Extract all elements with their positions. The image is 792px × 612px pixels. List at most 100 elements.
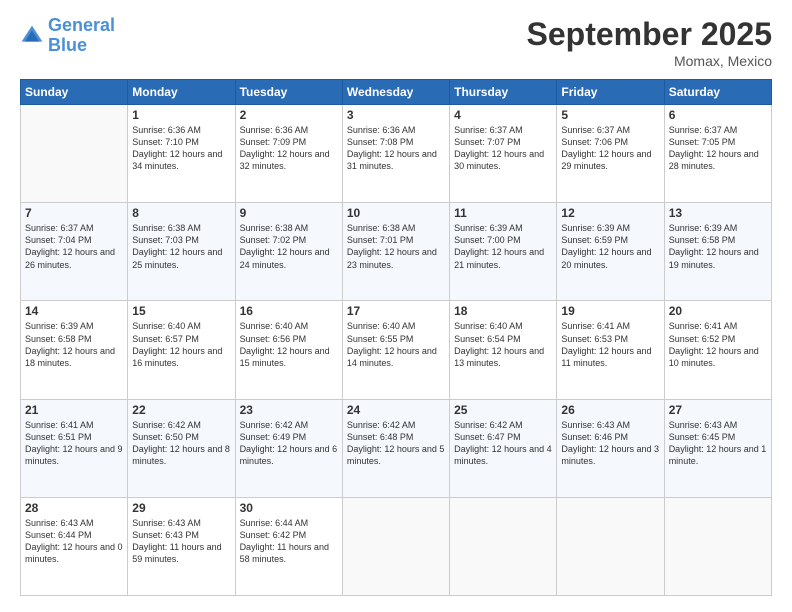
- cell-sun-info: Sunrise: 6:44 AMSunset: 6:42 PMDaylight:…: [240, 517, 338, 566]
- logo: General Blue: [20, 16, 115, 56]
- calendar-cell: [450, 497, 557, 595]
- calendar-cell: 6Sunrise: 6:37 AMSunset: 7:05 PMDaylight…: [664, 105, 771, 203]
- calendar-cell: 22 Sunrise: 6:42 AMSunset: 6:50 PMDayligh…: [128, 399, 235, 497]
- page: General Blue September 2025 Momax, Mexic…: [0, 0, 792, 612]
- day-number: 16: [240, 304, 338, 318]
- day-number: 1: [132, 108, 230, 122]
- cell-sun-info: Sunrise: 6:43 AMSunset: 6:43 PMDaylight:…: [132, 517, 230, 566]
- day-number: 25: [454, 403, 552, 417]
- calendar-cell: [664, 497, 771, 595]
- calendar-cell: 28 Sunrise: 6:43 AMSunset: 6:44 PMDayligh…: [21, 497, 128, 595]
- location: Momax, Mexico: [527, 53, 772, 69]
- calendar-cell: 27 Sunrise: 6:43 AMSunset: 6:45 PMDayligh…: [664, 399, 771, 497]
- weekday-header-saturday: Saturday: [664, 80, 771, 105]
- calendar-cell: 11 Sunrise: 6:39 AMSunset: 7:00 PMDayligh…: [450, 203, 557, 301]
- calendar-cell: 19 Sunrise: 6:41 AMSunset: 6:53 PMDayligh…: [557, 301, 664, 399]
- cell-sun-info: Sunrise: 6:40 AMSunset: 6:56 PMDaylight:…: [240, 320, 338, 369]
- month-title: September 2025: [527, 16, 772, 53]
- weekday-header-monday: Monday: [128, 80, 235, 105]
- day-number: 8: [132, 206, 230, 220]
- cell-sun-info: Sunrise: 6:43 AMSunset: 6:44 PMDaylight:…: [25, 517, 123, 566]
- day-number: 2: [240, 108, 338, 122]
- weekday-header-sunday: Sunday: [21, 80, 128, 105]
- calendar-cell: 30 Sunrise: 6:44 AMSunset: 6:42 PMDayligh…: [235, 497, 342, 595]
- weekday-header-wednesday: Wednesday: [342, 80, 449, 105]
- logo-icon: [20, 24, 44, 48]
- calendar-cell: 24 Sunrise: 6:42 AMSunset: 6:48 PMDayligh…: [342, 399, 449, 497]
- weekday-header-tuesday: Tuesday: [235, 80, 342, 105]
- calendar-cell: 14 Sunrise: 6:39 AMSunset: 6:58 PMDayligh…: [21, 301, 128, 399]
- calendar-cell: 2 Sunrise: 6:36 AMSunset: 7:09 PMDaylight…: [235, 105, 342, 203]
- day-number: 12: [561, 206, 659, 220]
- cell-sun-info: Sunrise: 6:39 AMSunset: 7:00 PMDaylight:…: [454, 222, 552, 271]
- day-number: 24: [347, 403, 445, 417]
- cell-sun-info: Sunrise: 6:38 AMSunset: 7:02 PMDaylight:…: [240, 222, 338, 271]
- calendar-week-row: 7Sunrise: 6:37 AMSunset: 7:04 PMDaylight…: [21, 203, 772, 301]
- calendar-cell: 16 Sunrise: 6:40 AMSunset: 6:56 PMDayligh…: [235, 301, 342, 399]
- title-block: September 2025 Momax, Mexico: [527, 16, 772, 69]
- day-number: 26: [561, 403, 659, 417]
- day-number: 11: [454, 206, 552, 220]
- cell-sun-info: Sunrise: 6:36 AMSunset: 7:10 PMDaylight:…: [132, 124, 230, 173]
- day-number: 7: [25, 206, 123, 220]
- calendar-cell: 10Sunrise: 6:38 AMSunset: 7:01 PMDayligh…: [342, 203, 449, 301]
- calendar-cell: 13 Sunrise: 6:39 AMSunset: 6:58 PMDayligh…: [664, 203, 771, 301]
- day-number: 28: [25, 501, 123, 515]
- day-number: 5: [561, 108, 659, 122]
- calendar-week-row: 21 Sunrise: 6:41 AMSunset: 6:51 PMDayligh…: [21, 399, 772, 497]
- calendar-cell: 9Sunrise: 6:38 AMSunset: 7:02 PMDaylight…: [235, 203, 342, 301]
- day-number: 18: [454, 304, 552, 318]
- day-number: 10: [347, 206, 445, 220]
- day-number: 30: [240, 501, 338, 515]
- cell-sun-info: Sunrise: 6:36 AMSunset: 7:08 PMDaylight:…: [347, 124, 445, 173]
- cell-sun-info: Sunrise: 6:39 AMSunset: 6:59 PMDaylight:…: [561, 222, 659, 271]
- calendar-week-row: 14 Sunrise: 6:39 AMSunset: 6:58 PMDayligh…: [21, 301, 772, 399]
- day-number: 21: [25, 403, 123, 417]
- calendar-cell: 12 Sunrise: 6:39 AMSunset: 6:59 PMDayligh…: [557, 203, 664, 301]
- day-number: 23: [240, 403, 338, 417]
- calendar-cell: [342, 497, 449, 595]
- calendar-cell: 23Sunrise: 6:42 AMSunset: 6:49 PMDayligh…: [235, 399, 342, 497]
- calendar-week-row: 28 Sunrise: 6:43 AMSunset: 6:44 PMDayligh…: [21, 497, 772, 595]
- calendar-cell: 20 Sunrise: 6:41 AMSunset: 6:52 PMDayligh…: [664, 301, 771, 399]
- day-number: 4: [454, 108, 552, 122]
- calendar-table: SundayMondayTuesdayWednesdayThursdayFrid…: [20, 79, 772, 596]
- day-number: 19: [561, 304, 659, 318]
- day-number: 15: [132, 304, 230, 318]
- day-number: 20: [669, 304, 767, 318]
- day-number: 13: [669, 206, 767, 220]
- calendar-cell: 5Sunrise: 6:37 AMSunset: 7:06 PMDaylight…: [557, 105, 664, 203]
- cell-sun-info: Sunrise: 6:43 AMSunset: 6:46 PMDaylight:…: [561, 419, 659, 468]
- cell-sun-info: Sunrise: 6:40 AMSunset: 6:57 PMDaylight:…: [132, 320, 230, 369]
- cell-sun-info: Sunrise: 6:41 AMSunset: 6:51 PMDaylight:…: [25, 419, 123, 468]
- calendar-cell: 26 Sunrise: 6:43 AMSunset: 6:46 PMDayligh…: [557, 399, 664, 497]
- cell-sun-info: Sunrise: 6:42 AMSunset: 6:48 PMDaylight:…: [347, 419, 445, 468]
- weekday-header-row: SundayMondayTuesdayWednesdayThursdayFrid…: [21, 80, 772, 105]
- day-number: 17: [347, 304, 445, 318]
- cell-sun-info: Sunrise: 6:41 AMSunset: 6:52 PMDaylight:…: [669, 320, 767, 369]
- calendar-cell: [557, 497, 664, 595]
- day-number: 27: [669, 403, 767, 417]
- calendar-cell: 4 Sunrise: 6:37 AMSunset: 7:07 PMDaylight…: [450, 105, 557, 203]
- calendar-week-row: 1 Sunrise: 6:36 AMSunset: 7:10 PMDaylight…: [21, 105, 772, 203]
- cell-sun-info: Sunrise: 6:42 AMSunset: 6:47 PMDaylight:…: [454, 419, 552, 468]
- header: General Blue September 2025 Momax, Mexic…: [20, 16, 772, 69]
- calendar-cell: 15 Sunrise: 6:40 AMSunset: 6:57 PMDayligh…: [128, 301, 235, 399]
- cell-sun-info: Sunrise: 6:40 AMSunset: 6:54 PMDaylight:…: [454, 320, 552, 369]
- cell-sun-info: Sunrise: 6:43 AMSunset: 6:45 PMDaylight:…: [669, 419, 767, 468]
- cell-sun-info: Sunrise: 6:37 AMSunset: 7:07 PMDaylight:…: [454, 124, 552, 173]
- cell-sun-info: Sunrise: 6:39 AMSunset: 6:58 PMDaylight:…: [669, 222, 767, 271]
- day-number: 14: [25, 304, 123, 318]
- calendar-cell: 29 Sunrise: 6:43 AMSunset: 6:43 PMDayligh…: [128, 497, 235, 595]
- cell-sun-info: Sunrise: 6:41 AMSunset: 6:53 PMDaylight:…: [561, 320, 659, 369]
- cell-sun-info: Sunrise: 6:36 AMSunset: 7:09 PMDaylight:…: [240, 124, 338, 173]
- day-number: 29: [132, 501, 230, 515]
- day-number: 22: [132, 403, 230, 417]
- cell-sun-info: Sunrise: 6:38 AMSunset: 7:03 PMDaylight:…: [132, 222, 230, 271]
- day-number: 3: [347, 108, 445, 122]
- logo-text: General Blue: [48, 16, 115, 56]
- cell-sun-info: Sunrise: 6:39 AMSunset: 6:58 PMDaylight:…: [25, 320, 123, 369]
- calendar-cell: 25 Sunrise: 6:42 AMSunset: 6:47 PMDayligh…: [450, 399, 557, 497]
- calendar-cell: 7Sunrise: 6:37 AMSunset: 7:04 PMDaylight…: [21, 203, 128, 301]
- cell-sun-info: Sunrise: 6:42 AMSunset: 6:50 PMDaylight:…: [132, 419, 230, 468]
